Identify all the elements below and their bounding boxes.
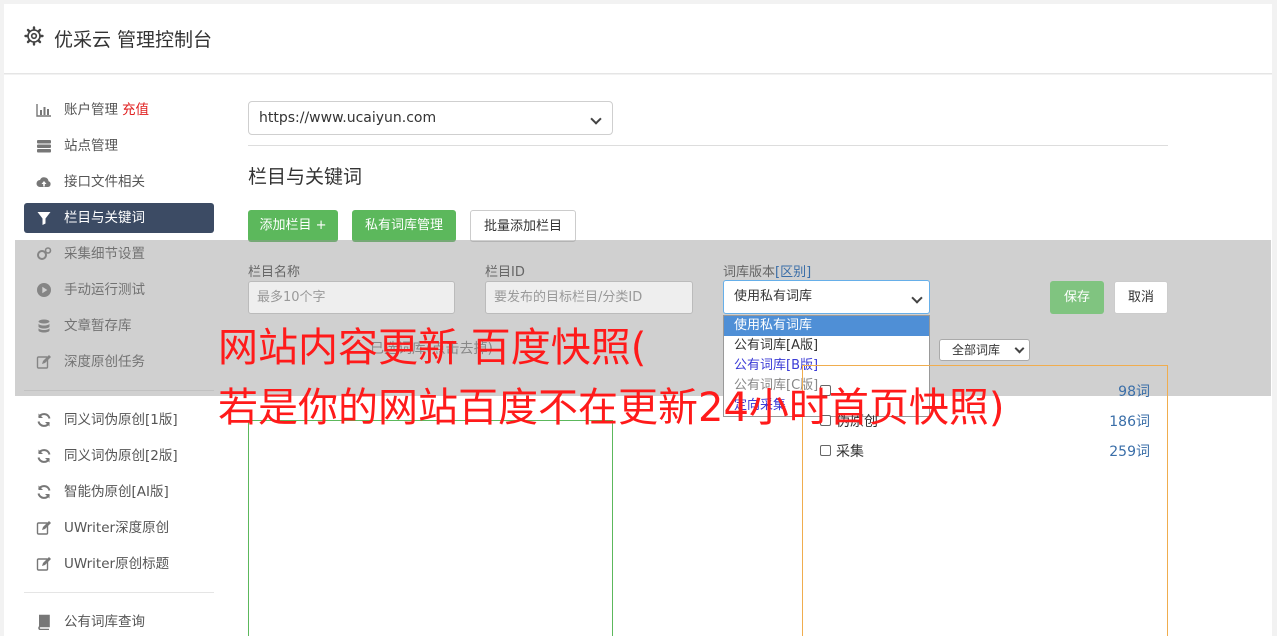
selected-libs-box [248, 420, 613, 636]
dropdown-option[interactable]: 使用私有词库 [724, 316, 929, 336]
bar-chart-icon [36, 104, 51, 117]
app-header: 优采云 管理控制台 [4, 4, 1272, 74]
column-id-label: 栏目ID [485, 265, 525, 280]
difference-link[interactable]: [区别] [775, 265, 811, 280]
sidebar-item-label: 账户管理 [64, 102, 118, 118]
cancel-button[interactable]: 取消 [1114, 281, 1168, 314]
sidebar-item-label: 站点管理 [64, 138, 118, 154]
cloud-upload-icon [36, 177, 51, 187]
private-lib-button[interactable]: 私有词库管理 [352, 210, 456, 242]
sidebar-item-label: 接口文件相关 [64, 174, 145, 190]
library-name: 采集 [836, 444, 864, 460]
library-count: 186词 [1109, 414, 1150, 430]
batch-add-button[interactable]: 批量添加栏目 [470, 210, 576, 242]
add-column-button[interactable]: 添加栏目 + [248, 210, 338, 242]
column-id-input[interactable]: 要发布的目标栏目/分类ID [485, 281, 693, 314]
sidebar-divider [24, 592, 214, 593]
lib-filter-value: 全部词库 [952, 343, 1001, 357]
sidebar-item-label: UWriter深度原创 [64, 520, 170, 536]
library-row[interactable]: 采集 259词 [820, 441, 1150, 461]
lib-version-label-text: 词库版本 [723, 265, 776, 280]
watermark-line-1: 网站内容更新 百度快照( [218, 325, 647, 371]
watermark-line-2: 若是你的网站百度不在更新24小时首页快照) [218, 385, 1005, 431]
column-name-label: 栏目名称 [248, 265, 301, 280]
sidebar-item-label: UWriter原创标题 [64, 556, 170, 572]
chevron-down-icon [590, 113, 602, 125]
refresh-icon [37, 413, 51, 427]
divider [248, 145, 1168, 146]
chevron-down-icon [1014, 343, 1025, 354]
server-icon [37, 140, 51, 153]
section-title: 栏目与关键词 [248, 166, 363, 188]
site-select[interactable]: https://www.ucaiyun.com [248, 101, 613, 135]
site-select-value: https://www.ucaiyun.com [259, 110, 437, 126]
sidebar-item-label: 同义词伪原创[1版] [64, 412, 178, 428]
sidebar-item-columns[interactable]: 栏目与关键词 [24, 203, 214, 233]
checkbox[interactable] [820, 445, 831, 456]
filter-icon [37, 212, 51, 225]
save-button[interactable]: 保存 [1050, 281, 1104, 314]
lib-version-label: 词库版本[区别] [723, 261, 811, 280]
lib-version-value: 使用私有词库 [734, 289, 813, 304]
app-title: 优采云 管理控制台 [54, 29, 213, 51]
sidebar-item-label: 智能伪原创[AI版] [64, 484, 169, 500]
edit-icon [36, 557, 51, 571]
lib-version-select[interactable]: 使用私有词库 [723, 280, 930, 314]
sidebar-item-uwriter-deep[interactable]: UWriter深度原创 [24, 513, 214, 543]
refresh-icon [37, 449, 51, 463]
sidebar-item-account[interactable]: 账户管理 充值 [24, 95, 214, 125]
lib-filter-select[interactable]: 全部词库 [939, 339, 1030, 361]
book-icon [38, 614, 50, 630]
sidebar-item-synonym-v2[interactable]: 同义词伪原创[2版] [24, 441, 214, 471]
sidebar-item-interface[interactable]: 接口文件相关 [24, 167, 214, 197]
sidebar-item-ai-rewrite[interactable]: 智能伪原创[AI版] [24, 477, 214, 507]
recharge-link[interactable]: 充值 [122, 102, 149, 118]
dropdown-option[interactable]: 公有词库[A版] [724, 336, 929, 356]
column-name-input[interactable]: 最多10个字 [248, 281, 455, 314]
chevron-down-icon [911, 292, 923, 304]
sidebar-item-label: 同义词伪原创[2版] [64, 448, 178, 464]
sidebar-item-label: 栏目与关键词 [64, 210, 145, 226]
sidebar-item-label: 公有词库查询 [64, 614, 145, 630]
sidebar-item-sites[interactable]: 站点管理 [24, 131, 214, 161]
sidebar-item-uwriter-title[interactable]: UWriter原创标题 [24, 549, 214, 579]
sidebar-item-synonym-v1[interactable]: 同义词伪原创[1版] [24, 405, 214, 435]
sidebar-item-public-lib[interactable]: 公有词库查询 [24, 607, 214, 636]
refresh-icon [37, 485, 51, 499]
gear-icon [24, 26, 44, 46]
edit-icon [36, 521, 51, 535]
library-count: 98词 [1118, 384, 1150, 400]
library-count: 259词 [1109, 444, 1150, 460]
